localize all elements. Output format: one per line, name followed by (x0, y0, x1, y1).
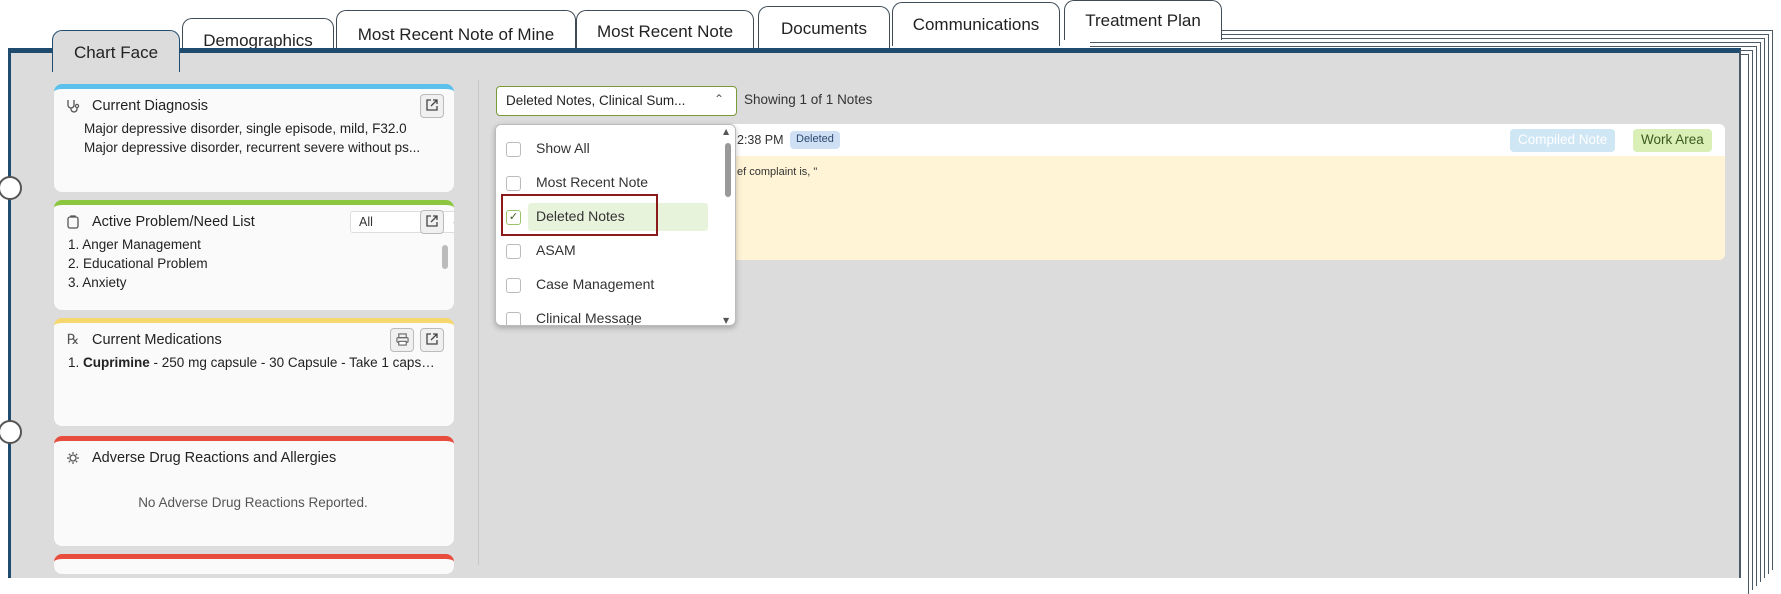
dropdown-option-asam[interactable]: ASAM (496, 237, 716, 265)
medication-number: 1. (68, 355, 80, 370)
tab-label: Chart Face (73, 43, 159, 62)
medication-item: 1. Cuprimine - 250 mg capsule - 30 Capsu… (68, 353, 438, 372)
stethoscope-icon (64, 97, 82, 115)
tab-label: Treatment Plan (1085, 11, 1201, 30)
card-body: 1. Anger Management 2. Educational Probl… (68, 235, 438, 292)
card-body: 1. Cuprimine - 250 mg capsule - 30 Capsu… (68, 353, 438, 372)
problem-item: 3. Anxiety (68, 275, 127, 290)
scroll-thumb[interactable] (725, 143, 731, 197)
checkbox[interactable] (506, 278, 521, 293)
tab-label: Documents (781, 19, 867, 38)
option-label: Case Management (536, 276, 655, 292)
problem-item: 2. Educational Problem (68, 256, 208, 271)
dropdown-scrollbar[interactable]: ▲ ▼ (723, 127, 733, 325)
active-problem-card: Active Problem/Need List All ⌄ 1. Anger … (54, 200, 454, 310)
adverse-reactions-card: Adverse Drug Reactions and Allergies No … (54, 436, 454, 546)
problem-item: 1. Anger Management (68, 237, 201, 252)
tab-label: Demographics (203, 31, 313, 50)
annotation-highlight-box (501, 194, 658, 236)
option-label: Show All (536, 140, 590, 156)
tab-documents[interactable]: Documents (758, 6, 890, 50)
open-external-button[interactable] (420, 94, 444, 118)
checkbox[interactable] (506, 244, 521, 259)
binder-ring (0, 176, 22, 202)
chevron-down-icon: ⌄ (451, 214, 454, 228)
card-title: Active Problem/Need List (92, 214, 255, 230)
tab-label: Communications (912, 15, 1040, 34)
scroll-up-arrow-icon[interactable]: ▲ (723, 127, 729, 136)
no-reactions-text: No Adverse Drug Reactions Reported. (138, 495, 368, 510)
card-title: Current Diagnosis (92, 98, 209, 114)
card-header: ℞ Current Medications (64, 329, 444, 351)
checkbox[interactable] (506, 142, 521, 157)
open-external-button[interactable] (420, 328, 444, 352)
current-medications-card: ℞ Current Medications 1. Cuprimine - 250… (54, 318, 454, 426)
deleted-badge: Deleted (790, 131, 840, 149)
notes-filter-value: Deleted Notes, Clinical Sum... (506, 93, 686, 108)
card-title: Adverse Drug Reactions and Allergies (92, 450, 337, 466)
medication-name: Cuprimine (83, 355, 150, 370)
current-diagnosis-card: Current Diagnosis Major depressive disor… (54, 84, 454, 192)
tab-communications[interactable]: Communications (892, 2, 1060, 46)
dropdown-option-most-recent-note[interactable]: Most Recent Note (496, 169, 716, 197)
option-label: Most Recent Note (536, 174, 649, 190)
tab-treatment-plan[interactable]: Treatment Plan (1064, 0, 1222, 40)
work-area-button[interactable]: Work Area (1633, 129, 1712, 152)
notes-filter-select[interactable]: Deleted Notes, Clinical Sum... ⌃ (496, 86, 737, 116)
card-body: Major depressive disorder, single episod… (68, 119, 438, 157)
panel-divider (478, 80, 479, 565)
prescription-icon: ℞ (66, 332, 80, 348)
diagnosis-item: Major depressive disorder, single episod… (84, 119, 438, 138)
tab-label: Most Recent Note (596, 22, 734, 41)
option-label: Clinical Message (536, 310, 642, 326)
note-excerpt: ef complaint is, " (737, 166, 818, 178)
chevron-up-icon: ⌃ (713, 92, 724, 106)
tab-label: Most Recent Note of Mine (357, 25, 555, 44)
problem-filter-value: All (359, 215, 373, 229)
checkbox[interactable] (506, 312, 521, 325)
printer-icon (395, 331, 409, 350)
open-external-button[interactable] (420, 210, 444, 234)
notes-count-text: Showing 1 of 1 Notes (744, 92, 873, 107)
external-link-icon (425, 97, 439, 116)
binder-ring (0, 420, 22, 446)
scroll-down-arrow-icon[interactable]: ▼ (723, 316, 729, 325)
card-header: Current Diagnosis (64, 95, 444, 117)
checkbox[interactable] (506, 176, 521, 191)
next-card-partial (54, 554, 454, 574)
compiled-note-button[interactable]: Compiled Note (1510, 129, 1616, 152)
medication-detail: - 250 mg capsule - 30 Capsule - Take 1 c… (149, 355, 438, 370)
diagnosis-item: Major depressive disorder, recurrent sev… (84, 138, 438, 157)
external-link-icon (425, 213, 439, 232)
external-link-icon (425, 331, 439, 350)
print-button[interactable] (390, 328, 414, 352)
option-label: ASAM (536, 242, 576, 258)
dropdown-option-show-all[interactable]: Show All (496, 135, 716, 163)
tab-chart-face[interactable]: Chart Face (52, 30, 180, 72)
card-title: Current Medications (92, 332, 222, 348)
clipboard-icon (64, 213, 82, 231)
card-header: Adverse Drug Reactions and Allergies (64, 447, 444, 469)
dropdown-option-clinical-message[interactable]: Clinical Message (496, 305, 716, 326)
dropdown-option-case-management[interactable]: Case Management (496, 271, 716, 299)
note-time: 2:38 PM (737, 133, 784, 147)
allergy-icon (64, 449, 82, 467)
problem-list-scrollbar[interactable] (442, 235, 448, 291)
